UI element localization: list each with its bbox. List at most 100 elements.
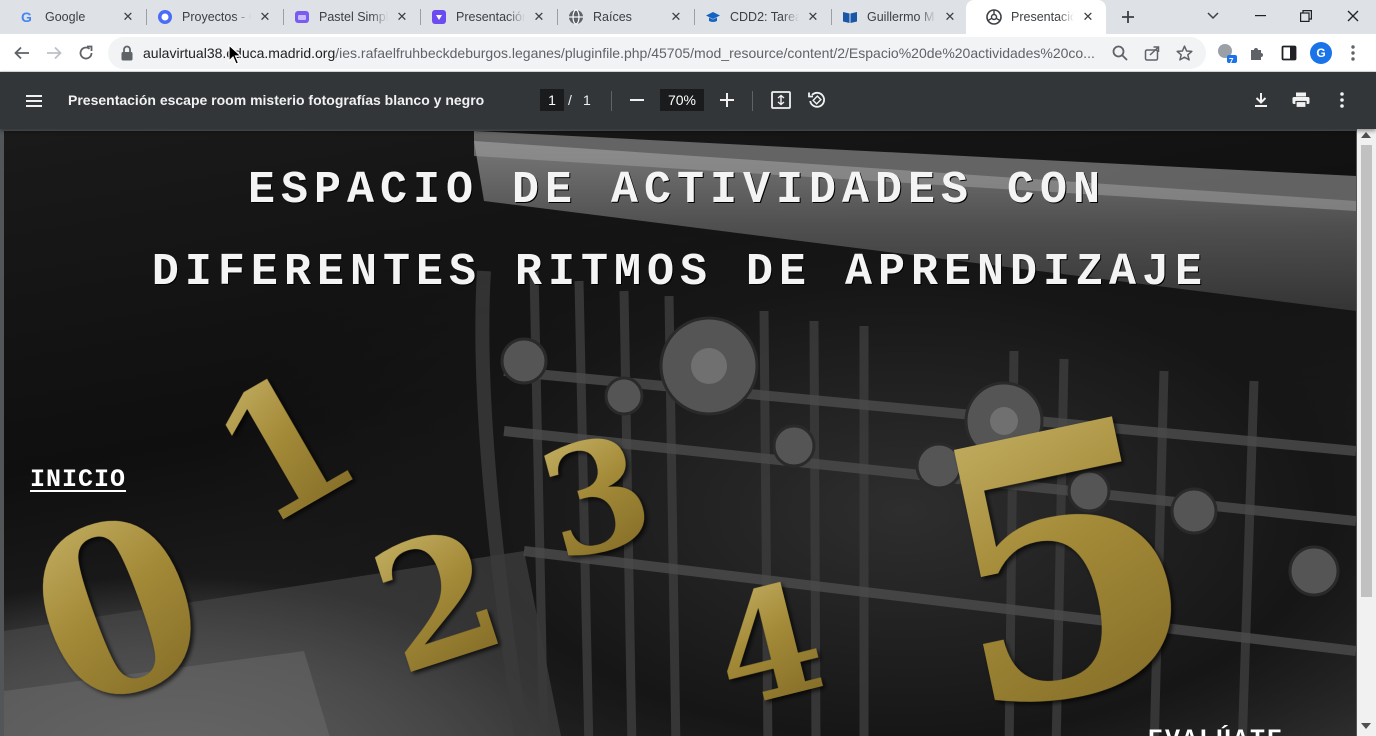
zoom-button[interactable] xyxy=(1108,41,1132,65)
tab-title: Google xyxy=(45,10,86,24)
toolbar-divider xyxy=(611,91,612,111)
reload-icon xyxy=(79,45,93,60)
zoom-in-button[interactable] xyxy=(715,88,739,112)
presentation-icon xyxy=(431,9,447,25)
scroll-down-arrow-icon[interactable] xyxy=(1361,723,1371,729)
globe-icon xyxy=(568,9,584,25)
address-bar[interactable]: aulavirtual38.educa.madrid.org/ies.rafae… xyxy=(108,37,1206,69)
puzzle-icon xyxy=(1251,48,1263,60)
restore-button[interactable] xyxy=(1283,0,1329,32)
scroll-thumb[interactable] xyxy=(1361,145,1372,597)
lock-icon[interactable] xyxy=(120,45,134,61)
magnifier-icon xyxy=(1112,45,1128,61)
avatar: G xyxy=(1310,42,1332,64)
download-icon xyxy=(1255,93,1267,107)
pdf-toolbar: Presentación escape room misterio fotogr… xyxy=(0,72,1376,129)
profile-button[interactable]: G xyxy=(1308,40,1334,66)
plus-icon xyxy=(1122,11,1134,23)
bookmark-button[interactable] xyxy=(1172,41,1196,65)
side-panel-icon xyxy=(1281,45,1297,61)
url-path: /ies.rafaelfruhbeckdeburgos.leganes/plug… xyxy=(335,45,1095,61)
page-separator: / xyxy=(568,92,572,108)
graduation-cap-icon xyxy=(705,9,721,25)
tab-cdd2[interactable]: CDD2: Tarea ✕ xyxy=(685,0,831,34)
minus-icon xyxy=(630,99,644,101)
extension-badge-button[interactable]: 7 xyxy=(1214,40,1240,66)
minimize-button[interactable] xyxy=(1237,0,1283,32)
browser-menu-button[interactable] xyxy=(1340,40,1366,66)
fit-to-page-icon xyxy=(771,91,791,109)
back-button[interactable] xyxy=(8,39,36,67)
page-total: 1 xyxy=(583,92,591,108)
printer-icon xyxy=(1292,92,1310,108)
close-window-button[interactable] xyxy=(1330,0,1376,32)
tab-google[interactable]: G Google ✕ xyxy=(0,0,146,34)
zoom-out-button[interactable] xyxy=(625,88,649,112)
minimize-icon xyxy=(1254,15,1266,17)
tab-strip: G Google ✕ Proyectos - C ✕ Pastel Simple… xyxy=(0,0,1376,34)
close-icon[interactable]: ✕ xyxy=(942,9,958,25)
scroll-up-arrow-icon[interactable] xyxy=(1361,132,1371,138)
pdf-page: ESPACIO DE ACTIVIDADES CON DIFERENTES RI… xyxy=(4,131,1356,736)
pdf-more-button[interactable] xyxy=(1330,88,1354,112)
rotate-button[interactable] xyxy=(805,88,829,112)
tab-pastel[interactable]: Pastel Simple ✕ xyxy=(274,0,420,34)
share-icon xyxy=(1144,46,1160,61)
close-icon[interactable]: ✕ xyxy=(394,9,410,25)
tab-search-button[interactable] xyxy=(1190,0,1236,32)
book-icon xyxy=(842,9,858,25)
tab-title: Raíces xyxy=(593,10,632,24)
proyectos-icon xyxy=(157,9,173,25)
extension-cloud-icon xyxy=(1218,44,1237,63)
close-icon[interactable]: ✕ xyxy=(805,9,821,25)
print-button[interactable] xyxy=(1289,88,1313,112)
vertical-scrollbar[interactable] xyxy=(1357,129,1376,736)
close-icon[interactable]: ✕ xyxy=(1080,9,1096,25)
new-tab-button[interactable] xyxy=(1116,5,1140,29)
sidebar-toggle-button[interactable] xyxy=(22,89,46,113)
tab-raices[interactable]: Raíces ✕ xyxy=(548,0,694,34)
close-icon[interactable]: ✕ xyxy=(257,9,273,25)
page-number-input[interactable]: 1 xyxy=(540,89,564,111)
arrow-left-icon xyxy=(14,46,29,60)
pdf-viewport[interactable]: ESPACIO DE ACTIVIDADES CON DIFERENTES RI… xyxy=(0,129,1376,736)
toolbar-divider xyxy=(752,91,753,111)
tab-presentacion[interactable]: Presentación ✕ xyxy=(411,0,557,34)
pdf-viewer-icon xyxy=(986,9,1002,25)
evaluate-link[interactable]: EVALÚATE xyxy=(1148,725,1284,736)
pastel-icon xyxy=(294,9,310,25)
hamburger-menu-icon xyxy=(26,95,42,107)
reload-button[interactable] xyxy=(72,39,100,67)
tab-guillermo[interactable]: Guillermo M ✕ xyxy=(822,0,968,34)
url-text[interactable]: aulavirtual38.educa.madrid.org/ies.rafae… xyxy=(143,45,1095,61)
svg-text:G: G xyxy=(21,9,32,25)
rotate-icon xyxy=(808,91,825,108)
star-icon xyxy=(1175,44,1193,61)
close-icon[interactable]: ✕ xyxy=(531,9,547,25)
zoom-level-input[interactable]: 70% xyxy=(660,89,704,111)
extension-badge-count: 7 xyxy=(1229,57,1234,66)
pdf-document-title: Presentación escape room misterio fotogr… xyxy=(68,92,485,108)
arrow-right-icon xyxy=(47,46,62,60)
close-icon[interactable]: ✕ xyxy=(120,9,136,25)
tab-title: Pastel Simple xyxy=(319,10,388,24)
google-icon: G xyxy=(20,9,36,25)
browser-toolbar: aulavirtual38.educa.madrid.org/ies.rafae… xyxy=(0,34,1376,72)
kebab-menu-icon xyxy=(1340,92,1344,108)
download-button[interactable] xyxy=(1249,88,1273,112)
close-icon xyxy=(1347,10,1359,22)
mouse-cursor-icon xyxy=(228,44,242,65)
forward-button[interactable] xyxy=(40,39,68,67)
slide-title-line2: DIFERENTES RITMOS DE APRENDIZAJE xyxy=(151,247,1209,298)
tab-proyectos[interactable]: Proyectos - C ✕ xyxy=(137,0,283,34)
extensions-button[interactable] xyxy=(1244,40,1270,66)
tab-presentacion-pdf[interactable]: Presentación ✕ xyxy=(966,0,1106,34)
kebab-menu-icon xyxy=(1351,45,1355,61)
fit-page-button[interactable] xyxy=(769,88,793,112)
tab-title: Presentación xyxy=(1011,10,1074,24)
share-button[interactable] xyxy=(1140,41,1164,65)
slide-title-line1: ESPACIO DE ACTIVIDADES CON xyxy=(247,165,1107,216)
close-icon[interactable]: ✕ xyxy=(668,9,684,25)
tab-title: Presentación xyxy=(456,10,525,24)
side-panel-button[interactable] xyxy=(1276,40,1302,66)
